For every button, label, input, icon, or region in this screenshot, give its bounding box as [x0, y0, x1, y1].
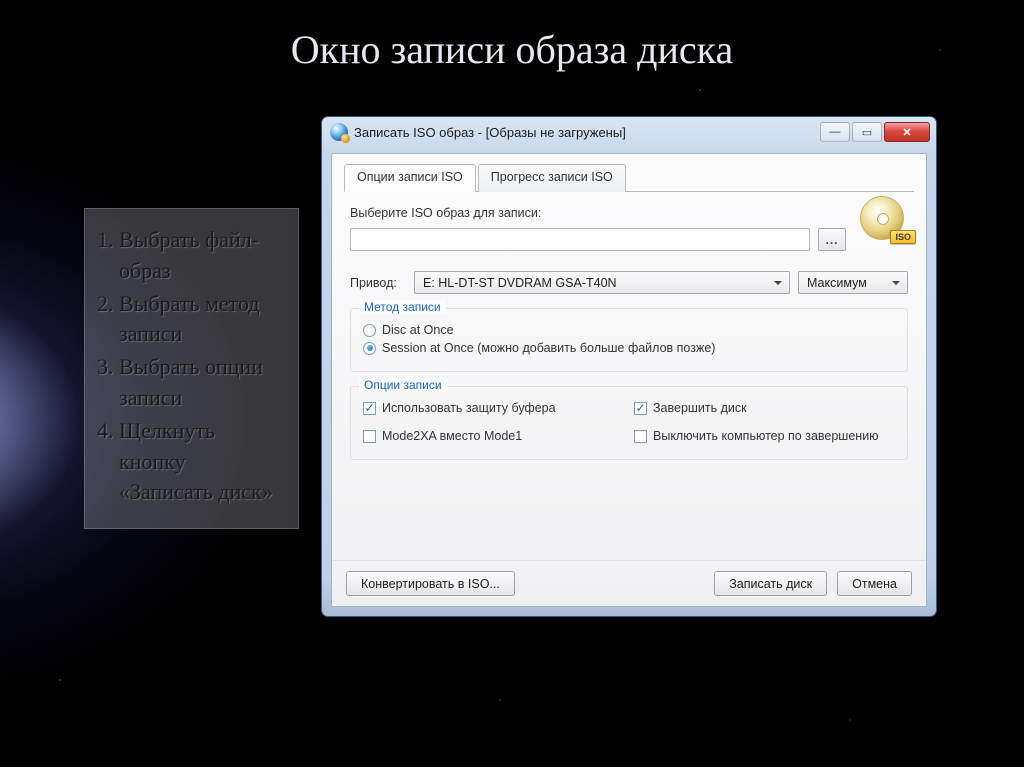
maximize-button[interactable]: ▭ [852, 122, 882, 142]
close-button[interactable]: ✕ [884, 122, 930, 142]
iso-disc-icon: ISO [860, 196, 914, 242]
checkbox-icon: ✓ [634, 402, 647, 415]
dialog-footer: Конвертировать в ISO... Записать диск От… [332, 560, 926, 606]
burn-disc-button[interactable]: Записать диск [714, 571, 827, 596]
check-label: Использовать защиту буфера [382, 401, 556, 415]
tab-strip: Опции записи ISO Прогресс записи ISO [344, 164, 914, 192]
step-3: Выбрать опции записи [119, 352, 284, 414]
step-1: Выбрать файл-образ [119, 225, 284, 287]
step-2: Выбрать метод записи [119, 289, 284, 351]
checkbox-icon: ✓ [363, 402, 376, 415]
write-options-legend: Опции записи [359, 378, 447, 392]
drive-value: E: HL-DT-ST DVDRAM GSA-T40N [423, 276, 617, 290]
browse-button[interactable]: ... [818, 228, 846, 251]
iso-badge-text: ISO [890, 230, 916, 244]
check-label: Mode2XA вместо Mode1 [382, 429, 522, 443]
check-label: Выключить компьютер по завершению [653, 429, 879, 443]
check-label: Завершить диск [653, 401, 747, 415]
write-method-group: Метод записи Disc at Once Session at Onc… [350, 308, 908, 372]
window-title: Записать ISO образ - [Образы не загружен… [354, 125, 626, 140]
iso-path-input[interactable] [350, 228, 810, 251]
check-mode2xa[interactable]: Mode2XA вместо Mode1 [363, 429, 624, 443]
cancel-button[interactable]: Отмена [837, 571, 912, 596]
minimize-button[interactable]: ― [820, 122, 850, 142]
radio-label: Session at Once (можно добавить больше ф… [382, 341, 715, 355]
checkbox-icon [634, 430, 647, 443]
check-shutdown[interactable]: Выключить компьютер по завершению [634, 429, 895, 443]
speed-value: Максимум [807, 276, 867, 290]
convert-to-iso-button[interactable]: Конвертировать в ISO... [346, 571, 515, 596]
step-4: Щелкнуть кнопку «Записать диск» [119, 416, 284, 508]
drive-dropdown[interactable]: E: HL-DT-ST DVDRAM GSA-T40N [414, 271, 790, 294]
title-bar[interactable]: Записать ISO образ - [Образы не загружен… [322, 117, 936, 147]
close-icon: ✕ [902, 126, 911, 139]
app-icon [330, 123, 348, 141]
select-iso-label: Выберите ISO образ для записи: [350, 206, 908, 220]
instruction-panel: Выбрать файл-образ Выбрать метод записи … [84, 208, 299, 529]
tab-iso-progress[interactable]: Прогресс записи ISO [478, 164, 626, 192]
burn-iso-window: Записать ISO образ - [Образы не загружен… [321, 116, 937, 617]
client-area: Опции записи ISO Прогресс записи ISO ISO… [331, 153, 927, 607]
check-buffer-protect[interactable]: ✓ Использовать защиту буфера [363, 401, 624, 415]
slide-title: Окно записи образа диска [0, 26, 1024, 73]
radio-session-at-once[interactable]: Session at Once (можно добавить больше ф… [363, 341, 895, 355]
maximize-icon: ▭ [862, 126, 872, 139]
radio-icon [363, 342, 376, 355]
checkbox-icon [363, 430, 376, 443]
write-method-legend: Метод записи [359, 300, 446, 314]
drive-label: Привод: [350, 276, 406, 290]
radio-icon [363, 324, 376, 337]
radio-label: Disc at Once [382, 323, 454, 337]
minimize-icon: ― [830, 126, 841, 138]
speed-dropdown[interactable]: Максимум [798, 271, 908, 294]
tab-iso-options[interactable]: Опции записи ISO [344, 164, 476, 192]
tab-body: ISO Выберите ISO образ для записи: ... П… [332, 192, 926, 560]
radio-disc-at-once[interactable]: Disc at Once [363, 323, 895, 337]
check-finalize[interactable]: ✓ Завершить диск [634, 401, 895, 415]
write-options-group: Опции записи ✓ Использовать защиту буфер… [350, 386, 908, 460]
